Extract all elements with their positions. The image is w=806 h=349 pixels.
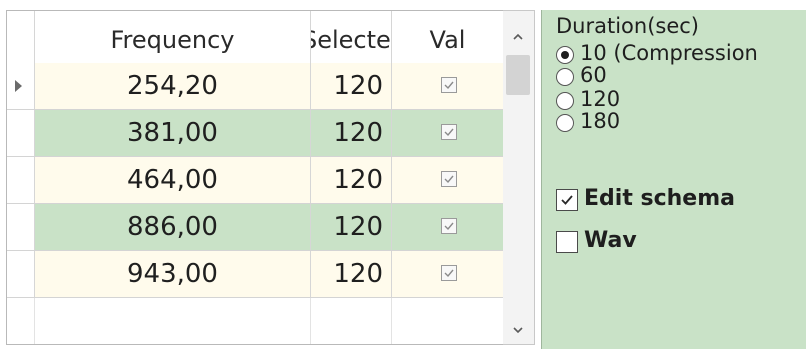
frequency-cell[interactable]: 464,00 [35, 157, 311, 203]
frequency-grid[interactable]: Frequency Selected Val 254,20120381,0012… [6, 10, 504, 345]
selected-cell[interactable]: 120 [311, 110, 392, 156]
selected-cell[interactable]: 120 [311, 204, 392, 250]
duration-option-label: 60 [580, 63, 607, 87]
duration-option-label: 10 (Compression [580, 41, 758, 65]
edit-schema-checkbox-box[interactable] [556, 189, 578, 211]
new-row-frequency-cell[interactable] [35, 298, 311, 344]
val-checkbox[interactable] [441, 218, 457, 234]
val-cell[interactable] [392, 110, 504, 156]
row-header[interactable] [7, 251, 35, 297]
val-cell[interactable] [392, 63, 504, 109]
checkmark-icon [444, 175, 454, 184]
grid-scrollbar[interactable] [503, 10, 535, 345]
selected-cell[interactable]: 120 [311, 63, 392, 109]
radio-button[interactable] [556, 68, 574, 86]
checkmark-icon [444, 269, 454, 278]
checkmark-icon [444, 128, 454, 137]
wav-label: Wav [584, 228, 637, 253]
table-row[interactable]: 381,00 120 [7, 110, 504, 157]
val-checkbox[interactable] [441, 77, 457, 93]
scroll-up-icon[interactable] [511, 29, 525, 43]
new-row[interactable] [7, 298, 504, 344]
scrollbar-thumb[interactable] [506, 55, 530, 95]
duration-option-label: 180 [580, 109, 621, 133]
edit-schema-label: Edit schema [584, 186, 735, 211]
frequency-cell[interactable]: 886,00 [35, 204, 311, 250]
val-checkbox[interactable] [441, 171, 457, 187]
row-header-corner [7, 11, 35, 63]
wav-checkbox-box[interactable] [556, 231, 578, 253]
row-header[interactable] [7, 110, 35, 156]
val-cell[interactable] [392, 157, 504, 203]
table-row[interactable]: 886,00 120 [7, 204, 504, 251]
radio-selected-dot [561, 51, 569, 59]
row-header[interactable] [7, 298, 35, 344]
table-row[interactable]: 464,00 120 [7, 157, 504, 204]
column-header-selected[interactable]: Selected [311, 11, 392, 63]
table-row[interactable]: 254,20 120 [7, 63, 504, 110]
checkmark-icon [561, 195, 573, 205]
options-panel: Duration(sec) 10 (Compression 60 120 180 Ed… [541, 10, 806, 349]
frequency-cell[interactable]: 943,00 [35, 251, 311, 297]
column-header-val[interactable]: Val [392, 11, 504, 63]
checkmark-icon [444, 222, 454, 231]
current-row-indicator-icon [15, 80, 22, 92]
grid-header: Frequency Selected Val [7, 11, 504, 64]
scroll-down-icon[interactable] [511, 322, 525, 336]
frequency-cell[interactable]: 381,00 [35, 110, 311, 156]
selected-cell[interactable]: 120 [311, 251, 392, 297]
row-header[interactable] [7, 63, 35, 109]
val-cell[interactable] [392, 204, 504, 250]
new-row-selected-cell[interactable] [311, 298, 392, 344]
frequency-cell[interactable]: 254,20 [35, 63, 311, 109]
val-cell[interactable] [392, 251, 504, 297]
duration-group-title: Duration(sec) [556, 14, 700, 38]
val-checkbox[interactable] [441, 265, 457, 281]
column-header-frequency[interactable]: Frequency [35, 11, 311, 63]
val-checkbox[interactable] [441, 124, 457, 140]
top-clipped-strip [0, 0, 806, 10]
radio-button[interactable] [556, 46, 574, 64]
checkmark-icon [444, 81, 454, 90]
duration-option-label: 120 [580, 87, 621, 111]
row-header[interactable] [7, 157, 35, 203]
radio-button[interactable] [556, 114, 574, 132]
row-header[interactable] [7, 204, 35, 250]
selected-cell[interactable]: 120 [311, 157, 392, 203]
new-row-val-cell[interactable] [392, 298, 504, 344]
table-row[interactable]: 943,00 120 [7, 251, 504, 298]
radio-button[interactable] [556, 92, 574, 110]
